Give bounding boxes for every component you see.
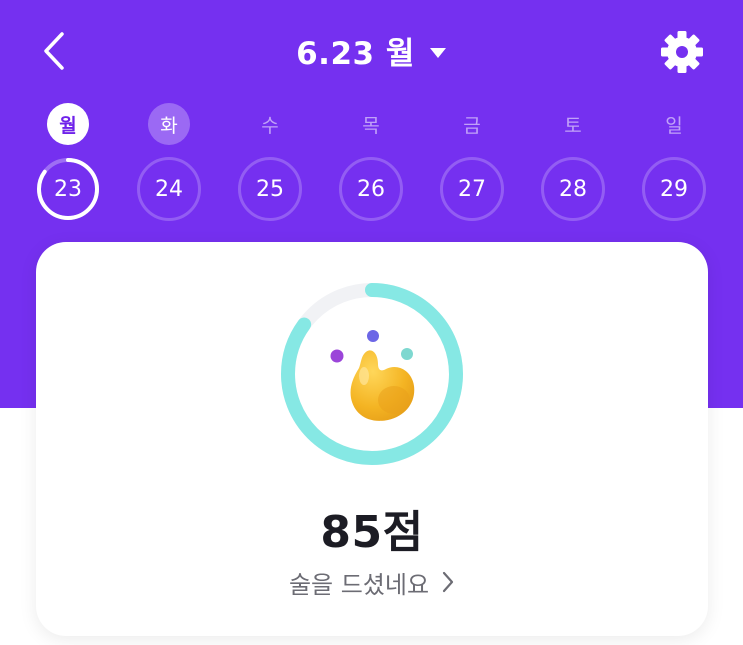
mascot-illustration — [330, 330, 415, 421]
weekday-label: 목 — [362, 114, 380, 137]
date-number: 27 — [458, 176, 486, 202]
date-button[interactable]: 28 — [541, 157, 605, 221]
date-number: 25 — [256, 176, 284, 202]
day-sat: 토 28 — [533, 100, 613, 230]
date-button[interactable]: 24 — [137, 157, 201, 221]
score-message-link[interactable]: 술을 드셨네요 — [36, 564, 708, 600]
weekday-label: 월 — [47, 103, 89, 145]
day-wed: 수 25 — [230, 100, 310, 230]
gear-icon — [661, 31, 703, 73]
weekday-label: 일 — [665, 114, 683, 137]
date-selector[interactable]: 6.23 월 — [0, 24, 743, 76]
date-button[interactable]: 25 — [238, 157, 302, 221]
weekday-label: 금 — [463, 114, 481, 137]
caret-down-icon — [429, 48, 446, 58]
chevron-right-icon — [442, 571, 454, 593]
date-number: 23 — [54, 176, 82, 202]
top-bar: 6.23 월 — [0, 0, 743, 100]
day-sun: 일 29 — [634, 100, 714, 230]
date-number: 24 — [155, 176, 183, 202]
day-thu: 목 26 — [331, 100, 411, 230]
date-button[interactable]: 23 — [36, 157, 100, 221]
score-value: 85점 — [320, 507, 424, 558]
score-card: 85점 술을 드셨네요 — [36, 242, 708, 636]
score-message: 술을 드셨네요 — [288, 570, 430, 599]
day-tue: 화 24 — [129, 100, 209, 230]
date-button[interactable]: 27 — [440, 157, 504, 221]
date-number: 28 — [559, 176, 587, 202]
settings-button[interactable] — [656, 26, 708, 78]
date-number: 29 — [660, 176, 688, 202]
weekday-label: 화 — [148, 103, 190, 145]
day-mon: 월 23 — [28, 100, 108, 230]
date-number: 26 — [357, 176, 385, 202]
week-strip: 월 23 화 24 수 25 목 26 금 27 토 28 일 29 — [0, 100, 743, 230]
date-button[interactable]: 29 — [642, 157, 706, 221]
date-button[interactable]: 26 — [339, 157, 403, 221]
weekday-label: 토 — [564, 114, 582, 137]
weekday-label: 수 — [261, 114, 279, 137]
day-fri: 금 27 — [432, 100, 512, 230]
page-title: 6.23 월 — [296, 35, 415, 72]
